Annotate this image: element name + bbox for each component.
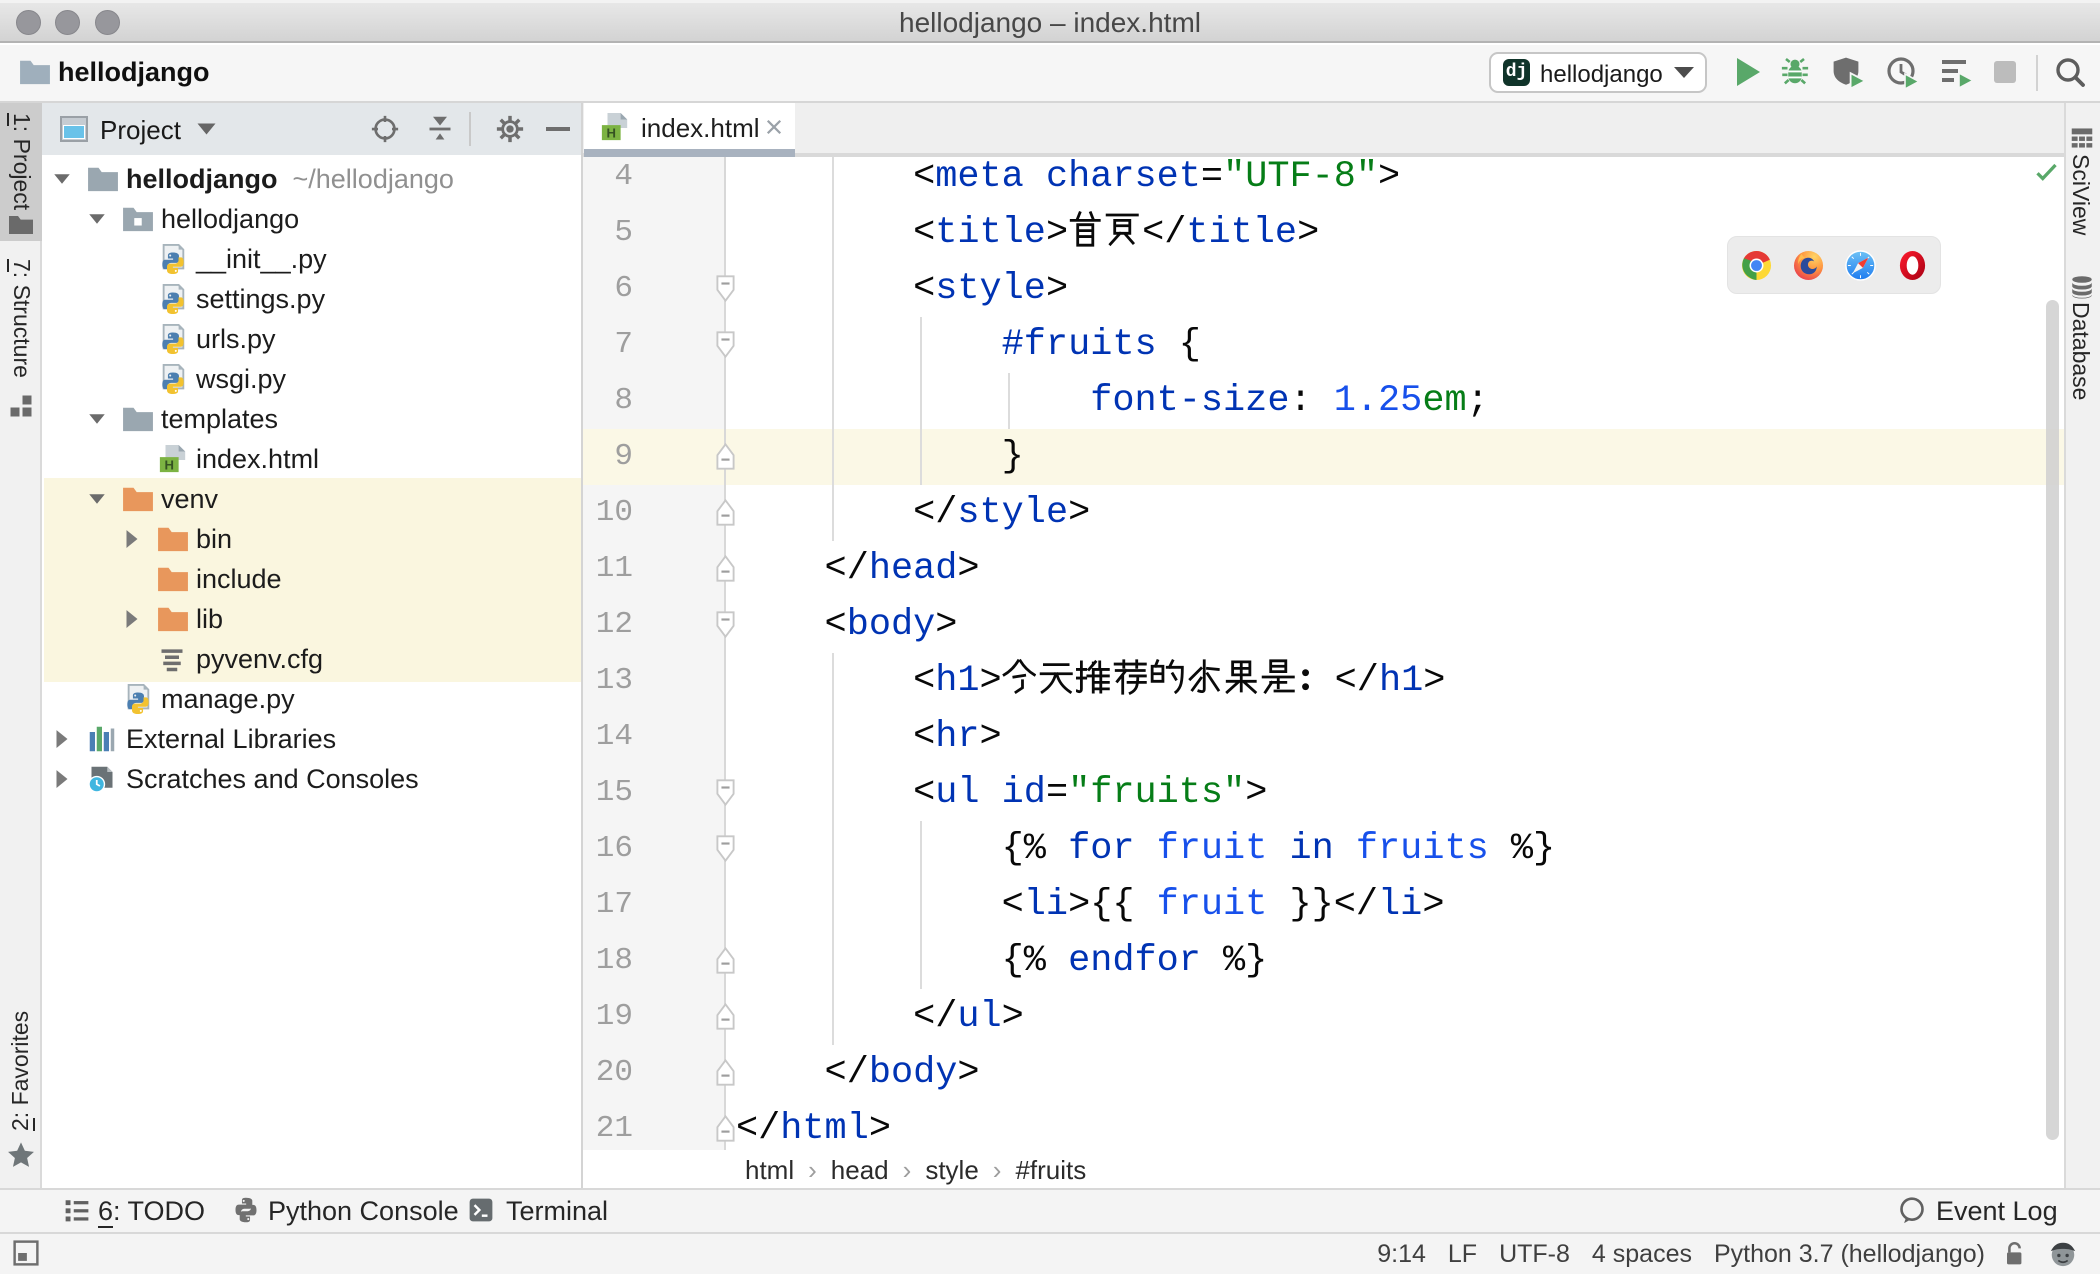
svg-text:H: H	[607, 126, 616, 141]
svg-text:H: H	[165, 458, 174, 473]
